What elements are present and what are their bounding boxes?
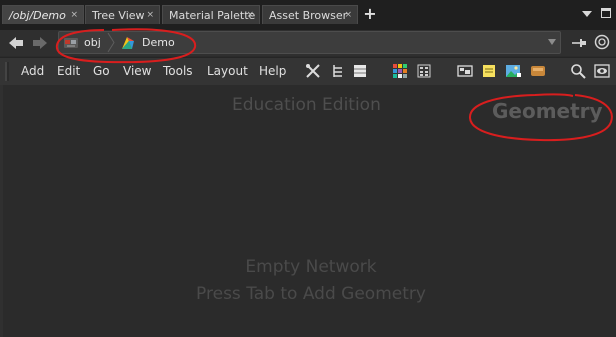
forward-arrow-icon[interactable] [32,36,48,50]
back-arrow-icon[interactable] [8,36,24,50]
tab-close-icon[interactable]: × [70,6,78,24]
pin-icon[interactable] [571,36,587,50]
tab-tree-view[interactable]: Tree View × [85,5,160,24]
tab-close-icon[interactable]: × [344,6,352,24]
obj-network-icon [64,38,78,48]
sticky-note-icon[interactable] [481,63,497,79]
path-bar: obj Demo [0,30,616,56]
network-context-label: Geometry [492,99,603,123]
tab-label: Asset Browser [269,9,348,22]
empty-network-title: Empty Network [245,257,377,277]
empty-network-hint: Press Tab to Add Geometry [196,284,426,304]
tab-material-palette[interactable]: Material Palette × [162,5,260,24]
tab-label: /obj/Demo [9,9,66,22]
tab-obj-demo[interactable]: /obj/Demo × [2,5,84,24]
network-box-icon[interactable] [457,63,473,79]
tree-icon[interactable] [330,63,346,79]
path-history-dropdown-icon[interactable] [548,39,556,45]
path-crumb-demo[interactable]: Demo [142,32,175,53]
color-grid-icon[interactable] [392,63,408,79]
eye-icon[interactable] [594,63,610,79]
list-icon[interactable] [352,63,368,79]
menu-view[interactable]: View [123,58,151,85]
edition-label: Education Edition [232,95,381,115]
tab-close-icon[interactable]: × [246,6,254,24]
tools-icon[interactable] [305,63,321,79]
parameters-icon[interactable] [416,63,432,79]
pane-tab-bar: /obj/Demo × Tree View × Material Palette… [0,0,616,31]
menu-help[interactable]: Help [259,58,286,85]
tab-label: Tree View [92,9,145,22]
menu-edit[interactable]: Edit [57,58,80,85]
menu-tools[interactable]: Tools [163,58,193,85]
tab-close-icon[interactable]: × [146,6,154,24]
geo-node-icon [122,37,134,49]
path-separator-icon [107,32,115,53]
maximize-pane-icon[interactable] [601,8,611,18]
pane-menu-icon[interactable] [581,8,593,20]
subnet-box-icon[interactable] [530,63,546,79]
search-icon[interactable] [570,63,586,79]
toolbar-handle-icon[interactable] [4,62,10,81]
network-editor-canvas[interactable]: Education Edition Geometry Empty Network… [0,85,616,337]
menu-add[interactable]: Add [21,58,44,85]
network-path-field[interactable]: obj Demo [58,31,561,54]
network-toolbar: Add Edit Go View Tools Layout Help [0,57,616,86]
menu-go[interactable]: Go [93,58,110,85]
image-icon[interactable] [505,63,521,79]
globe-icon[interactable] [594,34,610,50]
menu-layout[interactable]: Layout [207,58,248,85]
tab-label: Material Palette [169,9,256,22]
tab-asset-browser[interactable]: Asset Browser × [262,5,358,24]
add-tab-button[interactable]: + [360,4,380,24]
path-crumb-obj[interactable]: obj [84,32,101,53]
